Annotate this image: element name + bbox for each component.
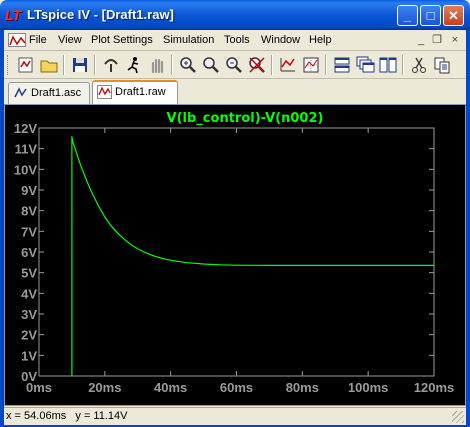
waveform-doc-icon[interactable] — [8, 33, 26, 47]
y-tick-label: 1V — [21, 348, 37, 363]
toolbar-separator — [94, 55, 96, 75]
menu-file[interactable]: File — [29, 34, 47, 46]
copy-icon[interactable] — [432, 55, 452, 75]
minimize-button[interactable]: _ — [397, 5, 418, 26]
toolbar-separator — [402, 55, 404, 75]
menu-bar: File View Plot Settings Simulation Tools… — [4, 30, 466, 51]
cursor-readout: x = 54.06ms y = 11.14V — [6, 410, 128, 422]
cut-icon[interactable] — [409, 55, 429, 75]
tile-vertical-icon[interactable] — [378, 55, 398, 75]
zoom-area-icon[interactable] — [178, 55, 198, 75]
y-tick-label: 11V — [15, 142, 38, 157]
waveform-plot[interactable]: V(lb_control)-V(n002) 0V 1V 2V 3V 4V 5V 6V 7V 8V… — [4, 104, 466, 406]
schematic-icon — [14, 87, 27, 98]
zoom-out-icon[interactable] — [224, 55, 244, 75]
trace-line — [71, 136, 434, 376]
menu-view[interactable]: View — [58, 34, 82, 46]
menu-help[interactable]: Help — [309, 34, 332, 46]
mdi-restore-button[interactable]: ❐ — [430, 33, 444, 47]
halt-icon[interactable] — [147, 55, 167, 75]
maximize-button[interactable]: □ — [420, 5, 441, 26]
autorange-icon[interactable] — [278, 55, 298, 75]
close-button[interactable]: ✕ — [443, 5, 464, 26]
y-tick-label: 7V — [21, 224, 37, 239]
document-tabs: Draft1.asc Draft1.raw — [4, 80, 466, 104]
toolbar — [4, 52, 466, 79]
waveform-icon — [97, 85, 112, 99]
x-tick-label: 120ms — [414, 380, 454, 395]
new-schematic-icon[interactable] — [16, 55, 36, 75]
menu-tools[interactable]: Tools — [224, 34, 250, 46]
tab-draft1-raw[interactable]: Draft1.raw — [92, 80, 178, 104]
status-bar: x = 54.06ms y = 11.14V — [4, 407, 466, 425]
trace-label[interactable]: V(lb_control)-V(n002) — [167, 111, 324, 126]
y-tick-label: 2V — [21, 328, 37, 343]
resize-grip[interactable] — [452, 411, 464, 423]
x-tick-label: 80ms — [286, 380, 319, 395]
menu-window[interactable]: Window — [261, 34, 300, 46]
ltspice-app-icon[interactable]: LT — [5, 7, 23, 23]
title-bar[interactable]: LT LTspice IV - [Draft1.raw] _ □ ✕ — [0, 0, 470, 30]
menu-simulation[interactable]: Simulation — [163, 34, 214, 46]
y-tick-label: 3V — [21, 307, 37, 322]
plot-axes-frame — [38, 127, 435, 377]
plot-canvas[interactable]: V(lb_control)-V(n002) 0V1V2V3V4V5V6V7V8V… — [5, 105, 465, 405]
control-panel-icon[interactable] — [101, 55, 121, 75]
y-tick-label: 9V — [21, 183, 37, 198]
mdi-close-button[interactable]: × — [448, 33, 462, 47]
x-tick-label: 20ms — [88, 380, 121, 395]
tab-draft1-asc[interactable]: Draft1.asc — [8, 82, 90, 104]
y-tick-label: 6V — [21, 245, 37, 260]
y-tick-label: 5V — [21, 266, 37, 281]
tile-horizontal-icon[interactable] — [332, 55, 352, 75]
y-tick-label: 12V — [14, 121, 37, 136]
toolbar-separator — [325, 55, 327, 75]
tab-label: Draft1.raw — [115, 86, 166, 98]
toolbar-separator — [63, 55, 65, 75]
tab-label: Draft1.asc — [31, 87, 82, 99]
x-tick-label: 0ms — [26, 380, 52, 395]
window-title: LTspice IV - [Draft1.raw] — [27, 7, 174, 22]
run-icon[interactable] — [124, 55, 144, 75]
y-tick-label: 10V — [14, 162, 37, 177]
menu-plot-settings[interactable]: Plot Settings — [91, 34, 153, 46]
y-tick-label: 8V — [21, 204, 37, 219]
save-icon[interactable] — [70, 55, 90, 75]
open-icon[interactable] — [39, 55, 59, 75]
window-border-right — [466, 30, 470, 427]
toolbar-separator — [271, 55, 273, 75]
zoom-in-icon[interactable] — [201, 55, 221, 75]
mdi-minimize-button[interactable]: _ — [414, 33, 428, 47]
cascade-icon[interactable] — [355, 55, 375, 75]
x-tick-label: 60ms — [220, 380, 253, 395]
grid-icon[interactable] — [301, 55, 321, 75]
x-tick-label: 40ms — [154, 380, 187, 395]
toolbar-grip[interactable] — [7, 55, 10, 75]
y-tick-label: 4V — [21, 286, 37, 301]
zoom-full-icon[interactable] — [247, 55, 267, 75]
toolbar-separator — [171, 55, 173, 75]
x-tick-label: 100ms — [348, 380, 388, 395]
